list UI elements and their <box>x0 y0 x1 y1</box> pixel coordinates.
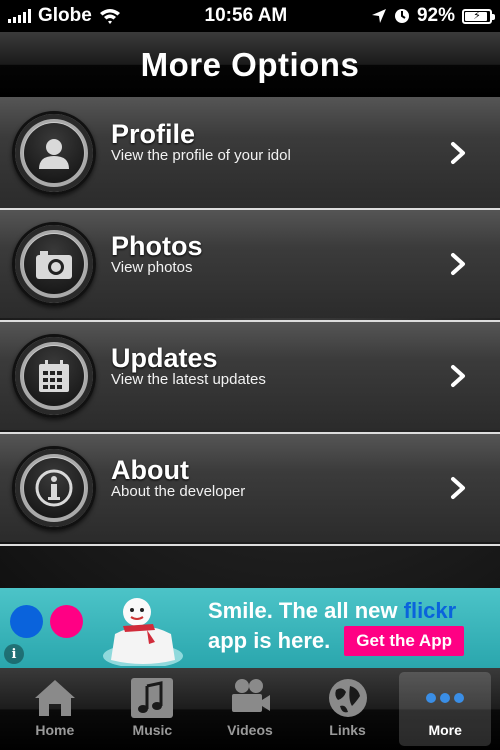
tab-label: Music <box>132 722 173 738</box>
tab-home[interactable]: Home <box>9 672 101 746</box>
menu-text-photos: Photos View photos <box>111 232 203 276</box>
music-icon <box>131 678 174 718</box>
status-time: 10:56 AM <box>204 5 288 26</box>
menu-text-profile: Profile View the profile of your idol <box>111 120 291 164</box>
tab-more[interactable]: More <box>399 672 492 746</box>
more-dots-icon <box>426 693 465 703</box>
ad-brand: flickr <box>403 598 457 623</box>
get-the-app-button[interactable]: Get the App <box>344 626 464 656</box>
tab-videos[interactable]: Videos <box>204 672 296 746</box>
chevron-right-icon <box>451 365 465 387</box>
tab-music[interactable]: Music <box>106 672 198 746</box>
status-right: 92% ⚡ <box>371 5 495 27</box>
tab-bar: Home Music Videos Links More <box>0 668 500 750</box>
chevron-right-icon <box>451 253 465 275</box>
navigation-bar: More Options <box>0 32 500 98</box>
menu-item-subtitle: View the profile of your idol <box>111 147 291 164</box>
video-camera-icon <box>231 679 270 712</box>
flickr-pink-dot <box>50 605 83 638</box>
ad-info-icon[interactable]: i <box>4 644 24 664</box>
location-arrow-icon <box>371 9 386 23</box>
menu-item-photos[interactable]: Photos View photos <box>0 208 500 318</box>
tab-label: Videos <box>227 722 273 738</box>
menu-text-updates: Updates View the latest updates <box>111 344 266 388</box>
ad-headline: Smile. The all new flickr <box>208 596 464 626</box>
menu-item-profile[interactable]: Profile View the profile of your idol <box>0 98 500 208</box>
menu-item-title: Updates <box>111 343 218 373</box>
home-icon <box>34 680 75 716</box>
status-left: Globe <box>8 5 121 27</box>
menu-list: Profile View the profile of your idol Ph… <box>0 98 500 588</box>
chevron-right-icon <box>451 142 465 164</box>
menu-item-subtitle: View photos <box>111 259 193 276</box>
chevron-right-icon <box>451 477 465 499</box>
ad-line2: app is here. <box>208 628 331 653</box>
carrier-name: Globe <box>38 5 92 26</box>
menu-text-about: About About the developer <box>111 456 245 500</box>
ad-banner[interactable]: i Smile. The all new flickr app is here.… <box>0 588 500 668</box>
list-divider <box>0 544 500 546</box>
tab-label: Home <box>35 722 75 738</box>
signal-strength-icon <box>8 9 31 23</box>
menu-item-subtitle: About the developer <box>111 483 246 500</box>
ad-text: Smile. The all new flickr app is here. G… <box>208 596 464 656</box>
menu-item-title: Photos <box>111 231 203 261</box>
menu-item-about[interactable]: About About the developer <box>0 432 500 542</box>
camera-icon <box>12 222 96 306</box>
ad-illustration-icon <box>103 598 183 666</box>
alarm-clock-icon <box>394 9 409 23</box>
battery-percent: 92% <box>416 5 455 26</box>
globe-icon <box>328 679 367 717</box>
menu-item-title: About <box>111 455 189 485</box>
tab-links[interactable]: Links <box>302 672 394 746</box>
flickr-blue-dot <box>10 605 43 638</box>
ad-line1: Smile. The all new <box>208 598 404 623</box>
calendar-icon <box>12 334 96 418</box>
battery-icon: ⚡ <box>462 8 495 24</box>
menu-item-title: Profile <box>111 119 196 149</box>
page-title: More Options <box>140 45 360 83</box>
status-bar: Globe 10:56 AM 92% ⚡ <box>0 0 500 32</box>
info-icon <box>12 446 96 530</box>
wifi-icon <box>99 9 120 24</box>
ad-line2-row: app is here. Get the App <box>208 626 464 656</box>
menu-item-subtitle: View the latest updates <box>111 371 266 388</box>
person-icon <box>12 111 96 195</box>
tab-label: More <box>428 722 462 738</box>
menu-item-updates[interactable]: Updates View the latest updates <box>0 320 500 430</box>
tab-label: Links <box>329 722 366 738</box>
